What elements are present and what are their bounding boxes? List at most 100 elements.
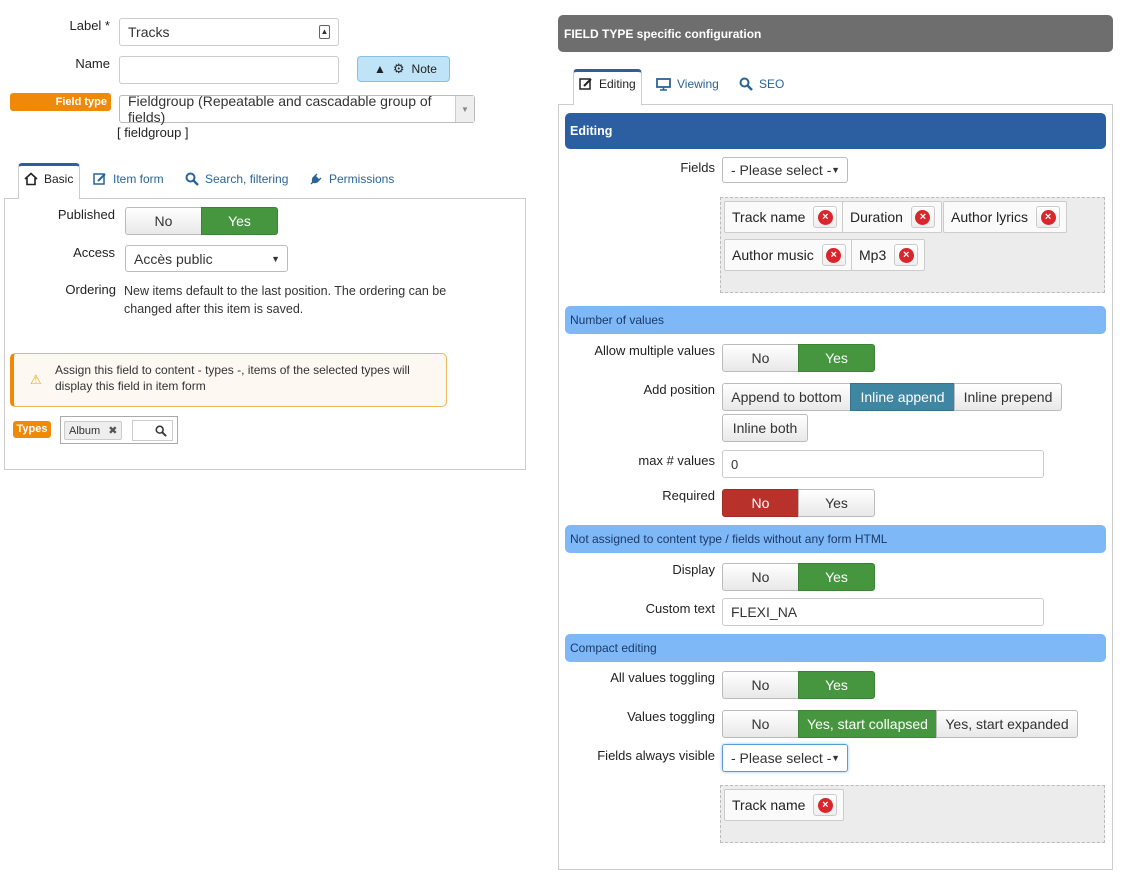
custom-text-value: FLEXI_NA: [731, 604, 798, 620]
tab-viewing-label: Viewing: [677, 77, 719, 91]
remove-tag-button[interactable]: ×: [910, 206, 935, 228]
tab-permissions[interactable]: Permissions: [309, 172, 394, 186]
types-chip-label: Album: [69, 424, 101, 437]
required-toggle: No Yes: [722, 489, 875, 517]
field-tag-label: Track name: [732, 209, 806, 225]
tab-item-form-label: Item form: [113, 172, 164, 186]
remove-tag-button[interactable]: ×: [821, 244, 846, 266]
types-select[interactable]: Album ✖: [60, 416, 178, 444]
all-values-toggling-label: All values toggling: [610, 670, 715, 685]
inline-both-button[interactable]: Inline both: [722, 414, 808, 442]
types-chip: Album ✖: [64, 421, 123, 440]
fields-select[interactable]: - Please select - ▼: [722, 157, 848, 183]
values-toggling-label: Values toggling: [627, 709, 715, 724]
section-number-of-values: Number of values: [565, 306, 1106, 334]
max-values-label: max # values: [638, 453, 715, 468]
fields-always-visible-select[interactable]: - Please select - ▼: [722, 744, 848, 772]
tab-item-form[interactable]: Item form: [93, 172, 164, 186]
required-label: Required: [662, 488, 715, 503]
values-toggling-expanded-button[interactable]: Yes, start expanded: [936, 710, 1078, 738]
field-type-value: Fieldgroup (Repeatable and cascadable gr…: [128, 93, 432, 125]
label-input[interactable]: Tracks ▲: [119, 18, 339, 46]
note-button-label: Note: [411, 62, 437, 76]
contact-card-icon: ▲: [319, 25, 330, 39]
required-yes-button[interactable]: Yes: [798, 489, 875, 517]
tab-basic-label: Basic: [44, 172, 74, 186]
search-icon: [185, 172, 199, 186]
chevron-down-icon: ▼: [455, 96, 474, 122]
custom-text-input[interactable]: FLEXI_NA: [722, 598, 1044, 626]
field-type-badge: Field type: [10, 93, 111, 111]
edit-icon: [93, 173, 106, 185]
close-icon: ×: [826, 247, 842, 263]
field-type-code: [ fieldgroup ]: [117, 125, 189, 140]
tab-search-filtering[interactable]: Search, filtering: [185, 172, 288, 186]
tab-seo-label: SEO: [759, 77, 785, 91]
search-icon: [155, 425, 167, 437]
note-button[interactable]: ▲ ⚙ Note: [357, 56, 450, 82]
types-search-input[interactable]: [132, 420, 173, 441]
close-icon: ×: [817, 209, 833, 225]
add-position-toggle: Append to bottom Inline append Inline pr…: [722, 383, 1062, 411]
close-icon: ×: [915, 209, 931, 225]
home-icon: [24, 172, 38, 186]
field-tag-label: Track name: [732, 797, 806, 813]
fields-always-visible-value: - Please select -: [731, 750, 832, 766]
tab-editing-label: Editing: [599, 77, 636, 91]
remove-icon[interactable]: ✖: [108, 424, 117, 437]
field-type-select[interactable]: Fieldgroup (Repeatable and cascadable gr…: [119, 93, 475, 125]
inline-prepend-button[interactable]: Inline prepend: [954, 383, 1062, 411]
display-toggle: No Yes: [722, 563, 875, 591]
display-yes-button[interactable]: Yes: [798, 563, 875, 591]
published-no-button[interactable]: No: [125, 207, 202, 235]
remove-tag-button[interactable]: ×: [1036, 206, 1061, 228]
tab-search-filtering-label: Search, filtering: [205, 172, 289, 186]
tab-seo[interactable]: SEO: [739, 77, 784, 91]
display-no-button[interactable]: No: [722, 563, 799, 591]
required-no-button[interactable]: No: [722, 489, 799, 517]
remove-tag-button[interactable]: ×: [813, 794, 838, 816]
close-icon: ×: [817, 797, 833, 813]
monitor-icon: [656, 77, 671, 91]
values-toggling-collapsed-button[interactable]: Yes, start collapsed: [798, 710, 937, 738]
values-toggling-toggle: No Yes, start collapsed Yes, start expan…: [722, 710, 1078, 738]
append-to-bottom-button[interactable]: Append to bottom: [722, 383, 851, 411]
warning-alert: ⚠ Assign this field to content - types -…: [10, 353, 447, 407]
tab-viewing[interactable]: Viewing: [656, 77, 719, 91]
search-icon: [739, 77, 753, 91]
access-value: Accès public: [134, 250, 213, 267]
values-toggling-no-button[interactable]: No: [722, 710, 799, 738]
warning-icon: ▲: [374, 62, 386, 76]
warning-icon: ⚠: [30, 372, 42, 387]
edit-icon: [579, 78, 592, 90]
inline-append-button[interactable]: Inline append: [850, 383, 955, 411]
field-tag: Author music ×: [724, 239, 853, 271]
section-compact-editing: Compact editing: [565, 634, 1106, 662]
close-icon: ×: [1040, 209, 1056, 225]
name-input[interactable]: [119, 56, 339, 84]
all-values-toggling-no-button[interactable]: No: [722, 671, 799, 699]
field-tag: Duration ×: [842, 201, 942, 233]
field-tag: Author lyrics ×: [943, 201, 1068, 233]
access-label: Access: [73, 245, 115, 260]
remove-tag-button[interactable]: ×: [813, 206, 838, 228]
allow-multiple-no-button[interactable]: No: [722, 344, 799, 372]
field-tag-label: Author lyrics: [951, 209, 1029, 225]
caret-down-icon: ▼: [831, 165, 840, 175]
caret-down-icon: ▼: [831, 753, 840, 763]
all-values-toggling-yes-button[interactable]: Yes: [798, 671, 875, 699]
ordering-label: Ordering: [65, 282, 116, 297]
label-input-value: Tracks: [128, 24, 170, 40]
published-yes-button[interactable]: Yes: [201, 207, 278, 235]
field-tag-label: Duration: [850, 209, 903, 225]
remove-tag-button[interactable]: ×: [894, 244, 919, 266]
name-field-label: Name: [75, 56, 110, 71]
allow-multiple-yes-button[interactable]: Yes: [798, 344, 875, 372]
max-values-input[interactable]: 0: [722, 450, 1044, 478]
max-values-value: 0: [731, 456, 739, 472]
ordering-text: New items default to the last position. …: [124, 284, 447, 316]
field-tag-label: Mp3: [859, 247, 887, 263]
tab-editing-content: Editing: [579, 77, 636, 91]
all-values-toggling-toggle: No Yes: [722, 671, 875, 699]
access-select[interactable]: Accès public ▼: [125, 245, 288, 272]
